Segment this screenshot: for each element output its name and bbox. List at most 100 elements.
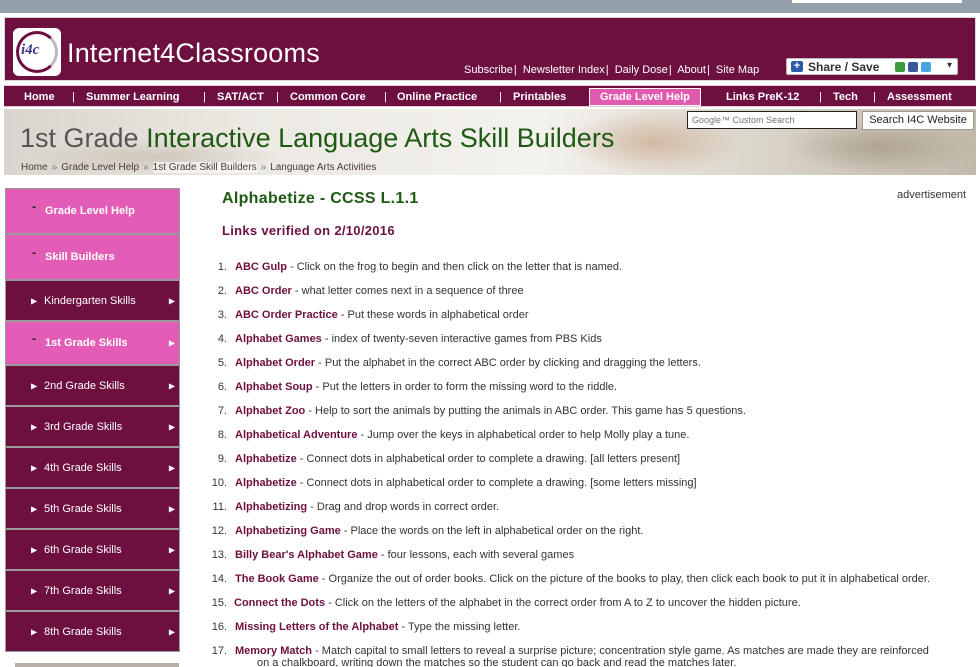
sidebar-item-label: 5th Grade Skills	[44, 502, 122, 515]
top-link-about[interactable]: About	[677, 64, 706, 76]
top-links: Subscribe| Newsletter Index| Daily Dose|…	[464, 64, 760, 76]
nav-grade-level-help[interactable]: Grade Level Help	[589, 88, 701, 106]
nav-tech[interactable]: Tech	[833, 89, 858, 105]
link-billy-bears-alphabet-game[interactable]: Billy Bear's Alphabet Game	[235, 549, 378, 561]
share-save-button[interactable]: + Share / Save ▾	[786, 58, 958, 75]
sidebar-item-1st-grade-skills[interactable]: ˇˇ 1st Grade Skills ▶	[5, 321, 180, 365]
link-abc-order[interactable]: ABC Order	[235, 285, 292, 297]
link-alphabet-games[interactable]: Alphabet Games	[235, 333, 322, 345]
breadcrumb-home[interactable]: Home	[21, 162, 48, 173]
top-link-newsletter-index[interactable]: Newsletter Index	[523, 64, 605, 76]
nav-summer-learning[interactable]: Summer Learning	[86, 89, 180, 105]
sidebar-item-3rd-grade-skills[interactable]: ▶ 3rd Grade Skills ▶	[5, 406, 180, 447]
nav-assessment[interactable]: Assessment	[887, 89, 952, 105]
bullet-arrow-icon: ▶	[31, 586, 38, 595]
nav-online-practice[interactable]: Online Practice	[397, 89, 477, 105]
sidebar-item-4th-grade-skills[interactable]: ▶ 4th Grade Skills ▶	[5, 447, 180, 488]
main-nav: Home | Summer Learning | SAT/ACT | Commo…	[4, 85, 976, 107]
search-button[interactable]: Search I4C Website	[862, 111, 974, 130]
bullet-arrow-icon: ▶	[31, 296, 38, 305]
share-icon	[895, 62, 905, 72]
sidebar-item-label: 2nd Grade Skills	[44, 379, 125, 392]
nav-sat-act[interactable]: SAT/ACT	[217, 89, 264, 105]
sidebar-item-label: 6th Grade Skills	[44, 543, 122, 556]
top-link-site-map[interactable]: Site Map	[716, 64, 759, 76]
twitter-icon	[921, 62, 931, 72]
sidebar-item-label: Grade Level Help	[45, 205, 135, 217]
sidebar: ˇˇ Grade Level Help ˇˇ Skill Builders ▶ …	[5, 188, 181, 667]
link-the-book-game[interactable]: The Book Game	[235, 573, 319, 585]
link-connect-the-dots[interactable]: Connect the Dots	[234, 597, 325, 609]
sidebar-item-label: 3rd Grade Skills	[44, 420, 123, 433]
content-title: Alphabetize - CCSS L.1.1	[222, 190, 419, 207]
bullet-arrow-icon: ▶	[31, 463, 38, 472]
chevron-down-icon: ▾	[946, 60, 952, 71]
link-alphabetize-all[interactable]: Alphabetize	[235, 453, 297, 465]
top-link-daily-dose[interactable]: Daily Dose	[615, 64, 668, 76]
list-item: 17. Memory Match - Match capital to small…	[211, 645, 929, 667]
sidebar-item-label: 1st Grade Skills	[45, 337, 128, 349]
sidebar-item-label: Kindergarten Skills	[44, 294, 136, 307]
sidebar-item-7th-grade-skills[interactable]: ▶ 7th Grade Skills ▶	[5, 570, 180, 611]
main-content: Alphabetize - CCSS L.1.1 Links verified …	[210, 188, 980, 667]
breadcrumb-grade-level-help[interactable]: Grade Level Help	[61, 162, 139, 173]
list-item: 3. ABC Order Practice - Put these words i…	[217, 309, 529, 321]
page-title-rest: Interactive Language Arts Skill Builders	[138, 123, 615, 153]
list-item: 13. Billy Bear's Alphabet Game - four les…	[211, 549, 575, 561]
nav-home[interactable]: Home	[24, 89, 55, 105]
link-memory-match[interactable]: Memory Match	[235, 645, 312, 657]
chevron-right-icon: ▶	[168, 422, 175, 431]
sidebar-image-edge	[15, 663, 179, 667]
nav-common-core[interactable]: Common Core	[290, 89, 366, 105]
list-item: 12. Alphabetizing Game - Place the words …	[211, 525, 644, 537]
list-item: 4. Alphabet Games - index of twenty-seven…	[217, 333, 602, 345]
sidebar-item-skill-builders[interactable]: ˇˇ Skill Builders	[5, 234, 180, 280]
link-alphabet-zoo[interactable]: Alphabet Zoo	[235, 405, 305, 417]
bullet-arrow-icon: ▶	[31, 381, 38, 390]
page-title-grade: 1st Grade	[20, 123, 139, 153]
page-title: 1st Grade Interactive Language Arts Skil…	[20, 123, 614, 154]
list-item: 16. Missing Letters of the Alphabet - Typ…	[211, 621, 521, 633]
link-abc-order-practice[interactable]: ABC Order Practice	[235, 309, 338, 321]
list-item: 6. Alphabet Soup - Put the letters in ord…	[217, 381, 618, 393]
sidebar-item-label: 8th Grade Skills	[44, 625, 122, 638]
link-alphabetizing[interactable]: Alphabetizing	[235, 501, 307, 513]
double-chevron-down-icon: ˇˇ	[32, 337, 36, 348]
page-banner: 1st Grade Interactive Language Arts Skil…	[4, 109, 976, 175]
breadcrumb-1st-grade-skill-builders[interactable]: 1st Grade Skill Builders	[152, 162, 257, 173]
site-name[interactable]: Internet4Classrooms	[67, 38, 320, 69]
site-logo[interactable]: i4c	[13, 28, 61, 76]
link-alphabetizing-game[interactable]: Alphabetizing Game	[235, 525, 341, 537]
sidebar-item-grade-level-help[interactable]: ˇˇ Grade Level Help	[5, 188, 180, 234]
list-item: 10. Alphabetize - Connect dots in alphabe…	[211, 477, 697, 489]
nav-links-prek-12[interactable]: Links PreK-12	[726, 89, 799, 105]
sidebar-item-6th-grade-skills[interactable]: ▶ 6th Grade Skills ▶	[5, 529, 180, 570]
double-chevron-down-icon: ˇˇ	[32, 251, 36, 262]
link-alphabet-soup[interactable]: Alphabet Soup	[235, 381, 313, 393]
double-chevron-down-icon: ˇˇ	[32, 205, 36, 216]
search-input[interactable]	[687, 111, 857, 129]
link-abc-gulp[interactable]: ABC Gulp	[235, 261, 287, 273]
chevron-right-icon: ▶	[168, 381, 175, 390]
chevron-right-icon: ▶	[168, 627, 175, 636]
share-save-label: Share / Save	[808, 60, 880, 74]
link-alphabetize-some[interactable]: Alphabetize	[235, 477, 297, 489]
breadcrumb-language-arts-activities: Language Arts Activities	[270, 162, 377, 173]
bullet-arrow-icon: ▶	[31, 422, 38, 431]
sidebar-item-8th-grade-skills[interactable]: ▶ 8th Grade Skills ▶	[5, 611, 180, 652]
sidebar-item-5th-grade-skills[interactable]: ▶ 5th Grade Skills ▶	[5, 488, 180, 529]
sidebar-item-kindergarten-skills[interactable]: ▶ Kindergarten Skills ▶	[5, 280, 180, 321]
top-link-subscribe[interactable]: Subscribe	[464, 64, 513, 76]
browser-top-strip	[0, 0, 980, 13]
breadcrumb: Home» Grade Level Help» 1st Grade Skill Bu…	[21, 162, 377, 173]
link-missing-letters-of-the-alphabet[interactable]: Missing Letters of the Alphabet	[235, 621, 398, 633]
sidebar-item-label: 7th Grade Skills	[44, 584, 122, 597]
top-strip-field	[792, 0, 962, 3]
sidebar-item-2nd-grade-skills[interactable]: ▶ 2nd Grade Skills ▶	[5, 365, 180, 406]
link-alphabetical-adventure[interactable]: Alphabetical Adventure	[235, 429, 357, 441]
nav-printables[interactable]: Printables	[513, 89, 566, 105]
advertisement-label: advertisement	[897, 189, 967, 201]
list-item: 9. Alphabetize - Connect dots in alphabet…	[217, 453, 681, 465]
link-list: 1. ABC Gulp - Click on the frog to begin …	[210, 261, 980, 667]
link-alphabet-order[interactable]: Alphabet Order	[235, 357, 315, 369]
